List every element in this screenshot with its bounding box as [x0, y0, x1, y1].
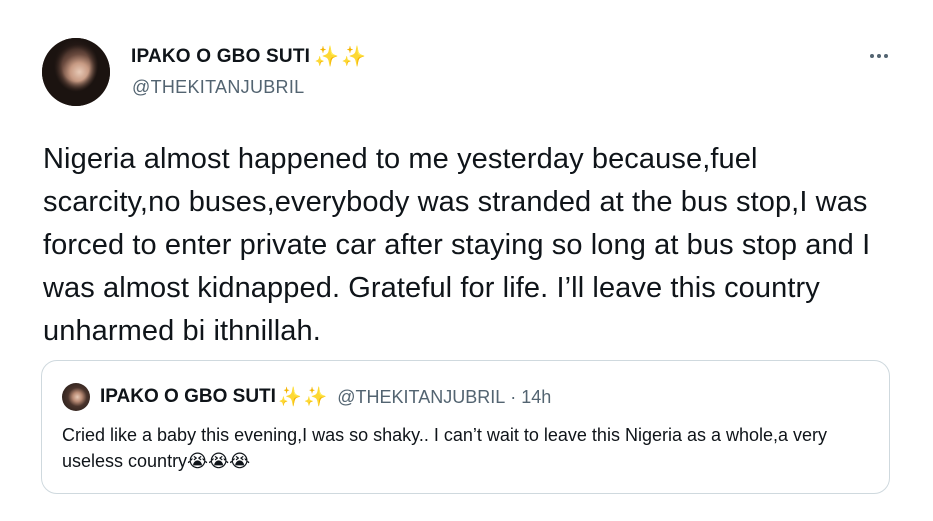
tweet-text: Nigeria almost happened to me yesterday … [43, 143, 871, 347]
sparkles-emoji: ✨✨ [314, 46, 368, 68]
quoted-tweet[interactable]: IPAKO O GBO SUTI ✨✨ @THEKITANJUBRIL · 14… [41, 360, 890, 494]
quoted-header: IPAKO O GBO SUTI ✨✨ @THEKITANJUBRIL · 14… [100, 385, 551, 409]
avatar[interactable] [42, 38, 110, 106]
quoted-handle: @THEKITANJUBRIL [337, 386, 506, 407]
author-display-name[interactable]: IPAKO O GBO SUTI [131, 46, 310, 68]
more-options-button[interactable] [864, 47, 894, 65]
author-name-row: IPAKO O GBO SUTI ✨✨ [131, 44, 368, 69]
quoted-separator: · [510, 386, 517, 407]
author-handle[interactable]: @THEKITANJUBRIL [132, 77, 304, 98]
quoted-timestamp: 14h [521, 386, 552, 407]
quoted-avatar [62, 383, 90, 411]
quoted-text: Cried like a baby this evening,I was so … [62, 425, 828, 471]
more-horizontal-icon [870, 54, 874, 58]
quoted-sparkles-emoji: ✨✨ [277, 387, 330, 408]
tweet: IPAKO O GBO SUTI ✨✨ @THEKITANJUBRIL Nige… [0, 0, 933, 521]
quoted-display-name: IPAKO O GBO SUTI [100, 386, 276, 407]
